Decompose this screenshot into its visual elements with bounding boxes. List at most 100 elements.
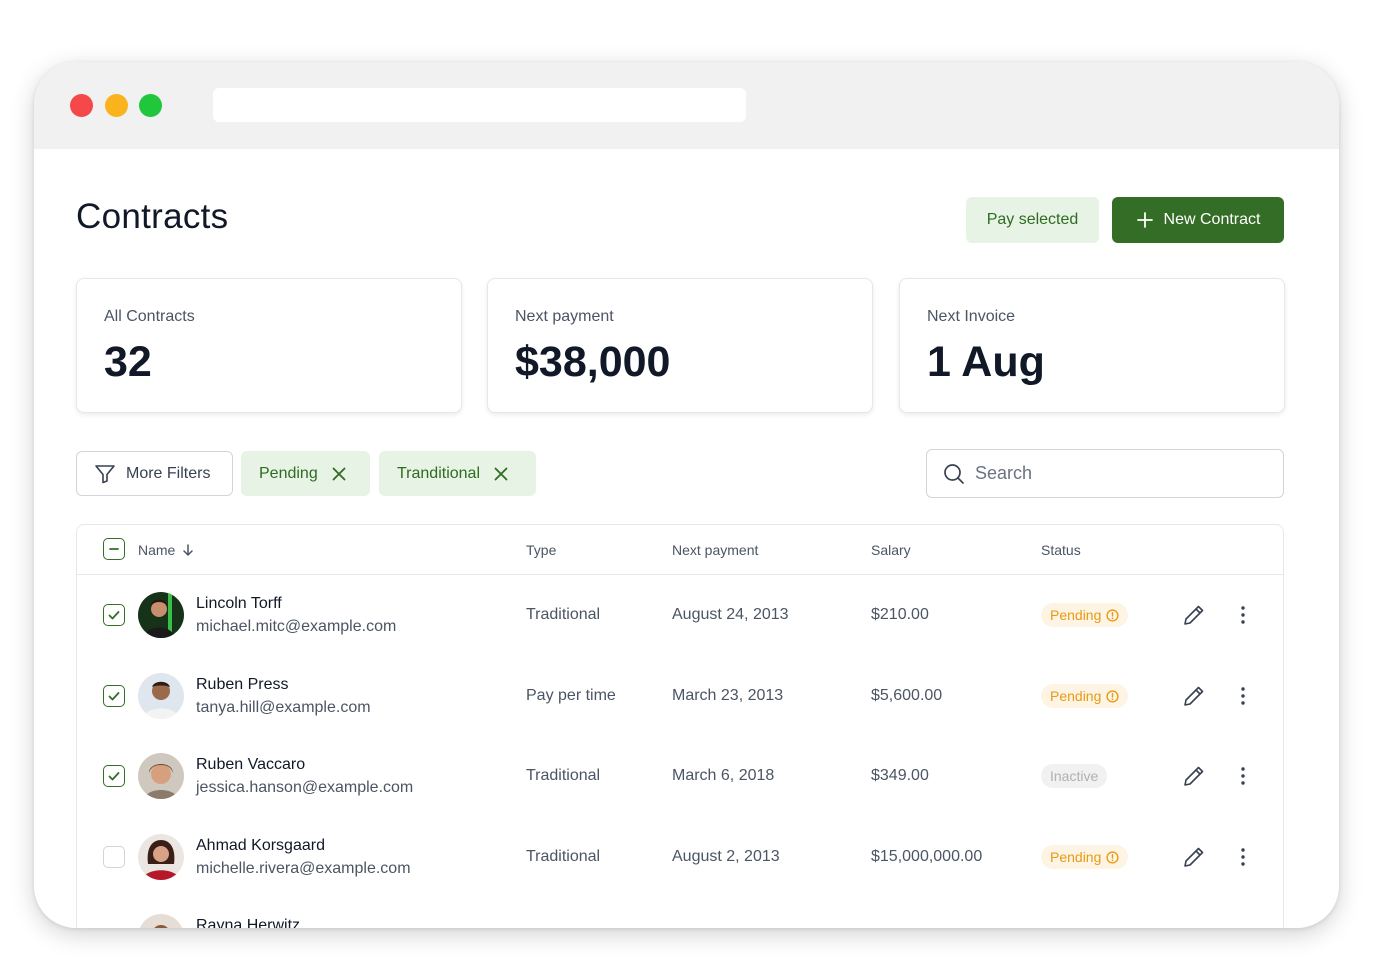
info-circle-icon [1106, 689, 1119, 703]
contract-type: Traditional [526, 606, 601, 623]
table-row[interactable]: Ruben Press tanya.hill@example.com Pay p… [77, 656, 1283, 736]
contract-name: Ruben Vaccaro [196, 756, 306, 773]
table-row[interactable]: Ahmad Korsgaard michelle.rivera@example.… [77, 817, 1283, 897]
status-label: Pending [1050, 849, 1102, 865]
more-vertical-icon[interactable] [1235, 604, 1251, 626]
stat-card-next-payment: Next payment $38,000 [487, 278, 873, 413]
close-icon[interactable] [494, 467, 508, 481]
column-header-status: Status [1041, 542, 1081, 558]
table-row[interactable]: Lincoln Torff michael.mitc@example.com T… [77, 575, 1283, 655]
page-title: Contracts [76, 197, 229, 236]
pencil-icon[interactable] [1183, 765, 1205, 787]
contract-email: michelle.rivera@example.com [196, 860, 411, 877]
pencil-icon[interactable] [1183, 685, 1205, 707]
table-row[interactable]: Rayna Herwitz [77, 897, 1283, 928]
column-label: Name [138, 542, 176, 558]
stat-value: $38,000 [515, 338, 671, 386]
status-badge: Inactive [1041, 764, 1108, 788]
column-header-name[interactable]: Name [138, 542, 195, 558]
pay-selected-label: Pay selected [986, 211, 1079, 228]
contract-email: jessica.hanson@example.com [196, 779, 414, 796]
column-header-salary: Salary [871, 542, 911, 558]
stat-label: All Contracts [104, 308, 195, 325]
stat-card-next-invoice: Next Invoice 1 Aug [899, 278, 1285, 413]
status-label: Pending [1050, 688, 1102, 704]
row-checkbox[interactable] [103, 846, 125, 868]
more-filters-button[interactable]: More Filters [76, 451, 233, 496]
more-vertical-icon[interactable] [1235, 846, 1251, 868]
row-checkbox[interactable] [103, 765, 125, 787]
salary-value: $5,600.00 [871, 687, 943, 704]
address-bar[interactable] [213, 88, 746, 122]
avatar [138, 592, 184, 638]
row-checkbox[interactable] [103, 685, 125, 707]
stat-value: 1 Aug [927, 338, 1045, 386]
stat-label: Next payment [515, 308, 614, 325]
close-icon[interactable] [332, 467, 346, 481]
pencil-icon[interactable] [1183, 846, 1205, 868]
contract-email: michael.mitc@example.com [196, 618, 397, 635]
close-window-button[interactable] [70, 94, 93, 117]
salary-value: $15,000,000.00 [871, 848, 983, 865]
salary-value: $210.00 [871, 606, 929, 623]
contract-name: Lincoln Torff [196, 595, 282, 612]
avatar [138, 673, 184, 719]
table-row[interactable]: Ruben Vaccaro jessica.hanson@example.com… [77, 736, 1283, 816]
avatar [138, 914, 184, 928]
search-input[interactable]: Search [926, 449, 1284, 498]
more-vertical-icon[interactable] [1235, 685, 1251, 707]
arrow-down-icon [183, 544, 194, 556]
table-header: Name Type Next payment Salary Status [77, 525, 1283, 575]
next-payment-date: March 23, 2013 [672, 687, 784, 704]
next-payment-date: August 24, 2013 [672, 606, 789, 623]
maximize-window-button[interactable] [139, 94, 162, 117]
new-contract-button[interactable]: New Contract [1112, 197, 1284, 243]
avatar [138, 753, 184, 799]
filter-chip-label: Tranditional [397, 464, 481, 482]
browser-titlebar [34, 62, 1339, 149]
avatar [138, 834, 184, 880]
more-filters-label: More Filters [126, 464, 211, 482]
filter-chip-label: Pending [259, 464, 318, 482]
contract-name: Ruben Press [196, 676, 289, 693]
check-icon [108, 772, 120, 781]
stat-card-all-contracts: All Contracts 32 [76, 278, 462, 413]
info-circle-icon [1106, 608, 1119, 622]
filter-chip-pending[interactable]: Pending [241, 451, 370, 496]
next-payment-date: August 2, 2013 [672, 848, 780, 865]
column-header-type: Type [526, 542, 557, 558]
search-placeholder: Search [975, 463, 1033, 483]
minus-icon [109, 548, 119, 550]
filter-chip-traditional[interactable]: Tranditional [379, 451, 536, 496]
check-icon [108, 692, 120, 701]
status-label: Inactive [1050, 768, 1099, 784]
contracts-page: Contracts Pay selected New Contract All … [34, 149, 1339, 928]
status-label: Pending [1050, 607, 1102, 623]
stat-value: 32 [104, 338, 152, 386]
status-badge: Pending [1041, 603, 1129, 627]
search-icon [944, 463, 964, 484]
plus-icon [1136, 212, 1153, 228]
minimize-window-button[interactable] [105, 94, 128, 117]
new-contract-label: New Contract [1163, 211, 1261, 228]
check-icon [108, 611, 120, 620]
column-header-next-payment: Next payment [672, 542, 759, 558]
select-all-checkbox[interactable] [103, 538, 125, 560]
pay-selected-button[interactable]: Pay selected [966, 197, 1099, 243]
row-checkbox[interactable] [103, 604, 125, 626]
more-vertical-icon[interactable] [1235, 765, 1251, 787]
contract-type: Traditional [526, 848, 601, 865]
filter-icon [95, 464, 115, 483]
contracts-table: Name Type Next payment Salary Status Lin… [76, 524, 1284, 928]
browser-window: Contracts Pay selected New Contract All … [34, 62, 1339, 928]
contract-type: Traditional [526, 767, 601, 784]
contract-type: Pay per time [526, 687, 616, 704]
info-circle-icon [1106, 850, 1119, 864]
contract-name: Rayna Herwitz [196, 917, 301, 928]
contract-email: tanya.hill@example.com [196, 699, 371, 716]
contract-name: Ahmad Korsgaard [196, 837, 325, 854]
status-badge: Pending [1041, 845, 1129, 869]
stat-label: Next Invoice [927, 308, 1016, 325]
pencil-icon[interactable] [1183, 604, 1205, 626]
next-payment-date: March 6, 2018 [672, 767, 775, 784]
